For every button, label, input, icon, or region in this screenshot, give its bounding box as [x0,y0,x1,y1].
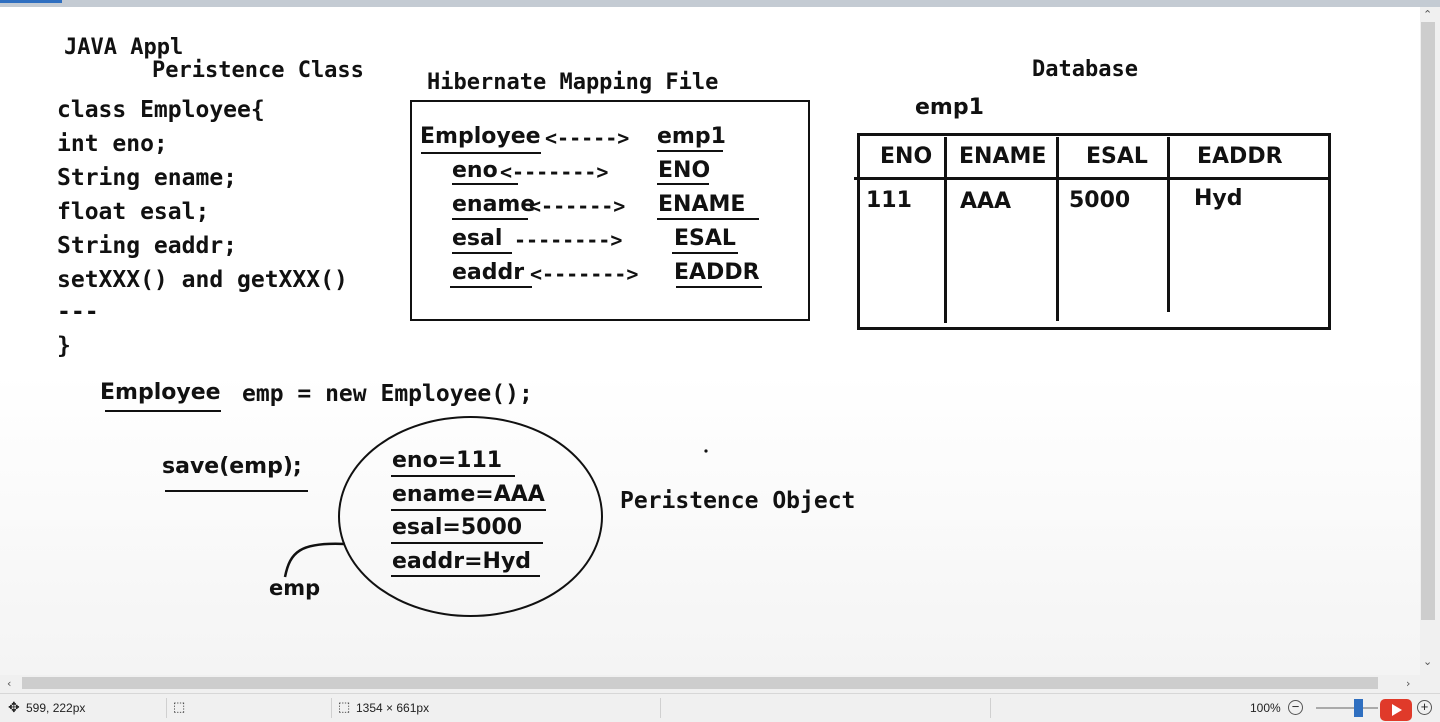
scroll-up-icon[interactable]: ⌃ [1423,8,1432,21]
object-ref-label: emp [269,576,321,600]
scroll-down-icon[interactable]: ⌄ [1423,655,1432,668]
status-separator [990,698,991,718]
zoom-slider[interactable] [1316,707,1378,709]
scroll-right-icon[interactable]: › [1406,677,1410,690]
vertical-scroll-thumb[interactable] [1421,22,1435,620]
image-size: 1354 × 661px [356,701,430,715]
zoom-slider-thumb[interactable] [1354,699,1363,717]
reference-connector [283,449,708,578]
status-separator [331,698,332,718]
cursor-position-icon: ✥ [8,699,20,715]
persistence-object-label: Peristence Object [620,488,856,514]
image-size-icon: ⬚ [338,699,351,714]
status-separator [660,698,661,718]
selection-size-icon: ⬚ [173,699,186,714]
zoom-out-icon[interactable]: − [1288,700,1303,715]
window-top-bar [0,0,1440,7]
zoom-in-icon[interactable]: + [1417,700,1432,715]
cursor-position: 599, 222px [26,701,86,715]
active-tab-accent [0,0,62,3]
youtube-play-icon[interactable] [1380,699,1412,721]
drawing-canvas[interactable]: JAVA Appl Peristence Class class Employe… [0,7,1420,675]
status-bar: ✥ 599, 222px ⬚ ⬚ 1354 × 661px 100% − + [0,693,1440,722]
scroll-left-icon[interactable]: ‹ [7,677,11,690]
horizontal-scroll-thumb[interactable] [22,677,1378,689]
zoom-level: 100% [1250,701,1281,715]
status-separator [166,698,167,718]
